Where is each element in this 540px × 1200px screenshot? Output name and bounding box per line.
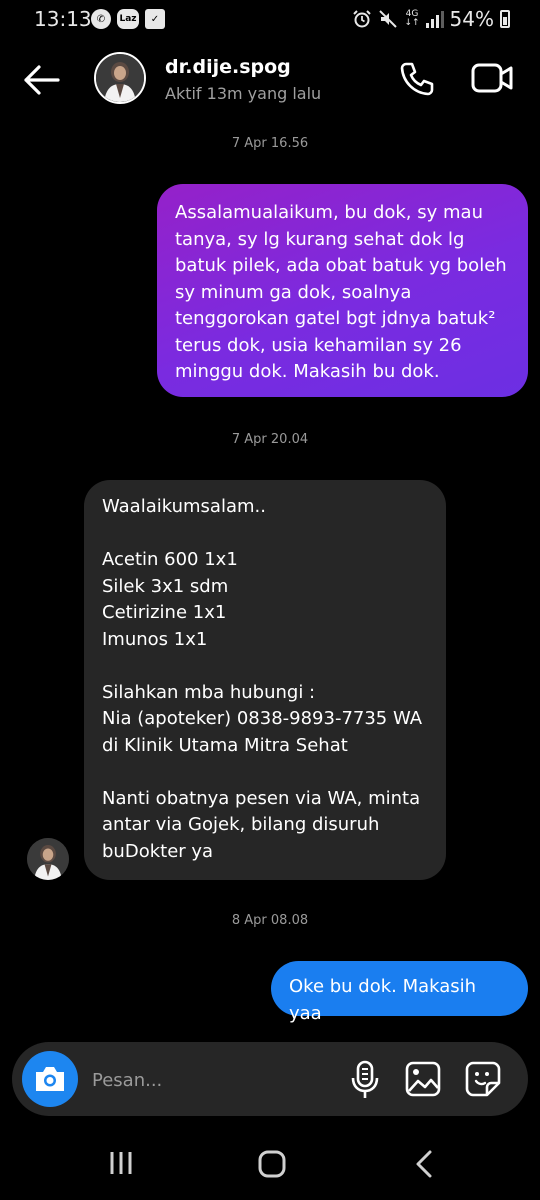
camera-button[interactable]	[22, 1051, 78, 1107]
message-input[interactable]	[90, 1062, 334, 1098]
message-timestamp: 7 Apr 16.56	[231, 136, 309, 151]
battery-icon	[500, 10, 510, 28]
whatsapp-icon: ✆	[91, 9, 111, 29]
message-timestamp: 7 Apr 20.04	[231, 432, 309, 447]
system-navigation-bar	[0, 1130, 540, 1200]
laz-icon: Laz	[117, 9, 139, 29]
conversation-header: dr.dije.spog Aktif 13m yang lalu	[0, 44, 540, 114]
alarm-icon	[353, 10, 372, 28]
status-bar: 13:13 ✆ Laz ✓ 4G ↓↑ 54%	[0, 0, 540, 38]
notification-icons: ✆ Laz ✓	[91, 9, 165, 29]
contact-name[interactable]: dr.dije.spog	[165, 56, 291, 78]
mute-icon	[379, 10, 398, 28]
image-icon[interactable]	[405, 1061, 441, 1097]
microphone-icon[interactable]	[348, 1060, 382, 1100]
recent-apps-icon[interactable]	[106, 1150, 136, 1176]
home-icon[interactable]	[257, 1149, 287, 1179]
phone-icon[interactable]	[398, 60, 436, 98]
system-icons: 4G ↓↑ 54%	[352, 7, 510, 31]
check-box-icon: ✓	[145, 9, 165, 29]
message-composer	[12, 1042, 528, 1116]
dm-conversation-screen: 13:13 ✆ Laz ✓ 4G ↓↑ 54% dr.dije.spog Akt…	[0, 0, 540, 1200]
sticker-icon[interactable]	[465, 1061, 501, 1097]
camera-icon	[36, 1067, 64, 1091]
outgoing-message[interactable]: Oke bu dok. Makasih yaa	[271, 961, 528, 1024]
avatar-image	[96, 54, 144, 102]
message-timestamp: 8 Apr 08.08	[231, 913, 309, 928]
status-time: 13:13	[34, 7, 92, 31]
back-icon[interactable]	[412, 1149, 436, 1179]
outgoing-message[interactable]: Assalamualaikum, bu dok, sy mau tanya, s…	[157, 184, 528, 397]
incoming-message[interactable]: Waalaikumsalam.. Acetin 600 1x1 Silek 3x…	[84, 480, 446, 880]
network-type: 4G ↓↑	[404, 9, 420, 28]
avatar[interactable]	[94, 52, 146, 104]
battery-percent: 54%	[449, 7, 494, 31]
avatar-image	[27, 838, 69, 880]
active-status: Aktif 13m yang lalu	[165, 84, 322, 103]
arrow-left-icon[interactable]	[22, 62, 62, 98]
signal-icon	[425, 10, 444, 28]
video-camera-icon[interactable]	[470, 60, 514, 96]
sender-avatar[interactable]	[27, 838, 69, 880]
